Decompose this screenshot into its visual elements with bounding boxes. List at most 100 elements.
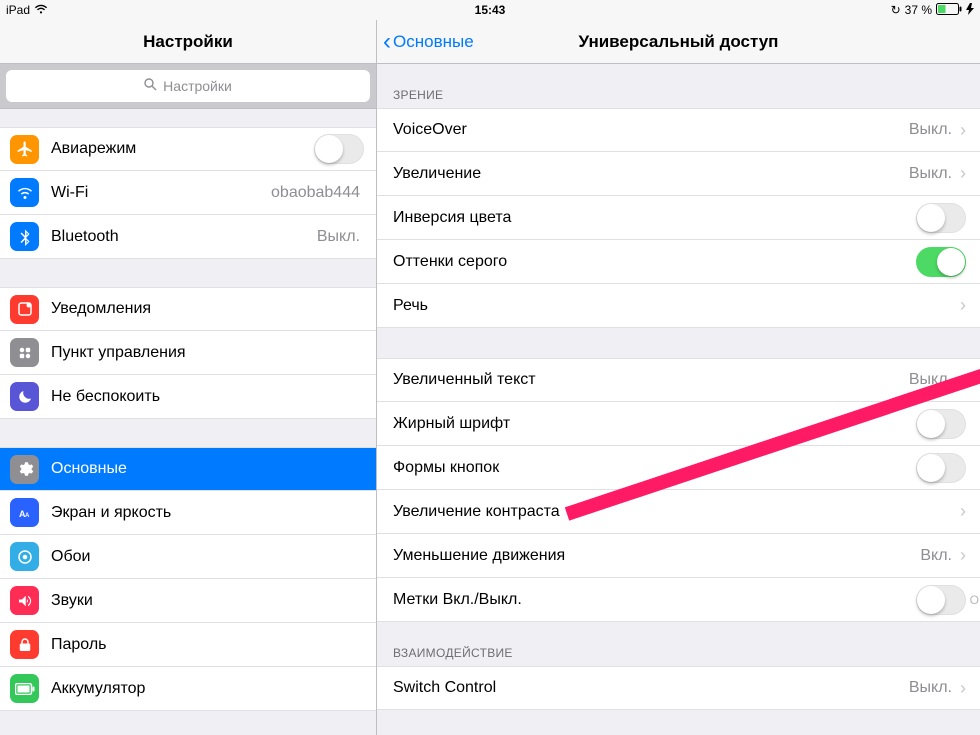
display-icon: AA bbox=[10, 498, 39, 527]
row-increase-contrast[interactable]: Увеличение контраста› bbox=[377, 490, 980, 534]
control-center-icon bbox=[10, 338, 39, 367]
notifications-icon bbox=[10, 295, 39, 324]
grayscale-toggle[interactable] bbox=[916, 247, 966, 277]
battery-percent: 37 % bbox=[905, 3, 932, 17]
back-label: Основные bbox=[393, 32, 474, 52]
sidebar-item-wallpaper[interactable]: Обои bbox=[0, 535, 376, 579]
row-label: Увеличение bbox=[393, 165, 909, 183]
row-label: Увеличение контраста bbox=[393, 503, 960, 521]
sidebar-item-label: Не беспокоить bbox=[51, 388, 364, 406]
moon-icon bbox=[10, 382, 39, 411]
row-speech[interactable]: Речь› bbox=[377, 284, 980, 328]
sidebar-item-value: Выкл. bbox=[317, 228, 360, 246]
row-reduce-motion[interactable]: Уменьшение движенияВкл. › bbox=[377, 534, 980, 578]
row-value: Вкл. bbox=[920, 547, 952, 565]
clock: 15:43 bbox=[475, 3, 506, 17]
airplane-icon bbox=[10, 135, 39, 164]
sidebar-item-notifications[interactable]: Уведомления bbox=[0, 287, 376, 331]
invert-colors-toggle[interactable] bbox=[916, 203, 966, 233]
sidebar-item-label: Авиарежим bbox=[51, 140, 314, 158]
search-placeholder: Настройки bbox=[163, 78, 232, 94]
battery-icon bbox=[10, 674, 39, 703]
row-zoom[interactable]: УвеличениеВыкл. › bbox=[377, 152, 980, 196]
sidebar: Настройки Настройки Авиарежим Wi-Fiobaoba… bbox=[0, 20, 377, 735]
sidebar-item-label: Экран и яркость bbox=[51, 504, 364, 522]
chevron-left-icon: ‹ bbox=[383, 30, 391, 54]
section-header: ВЗАИМОДЕЙСТВИЕ bbox=[377, 622, 980, 666]
detail-title: Универсальный доступ bbox=[579, 32, 779, 52]
row-voiceover[interactable]: VoiceOverВыкл. › bbox=[377, 108, 980, 152]
row-label: Формы кнопок bbox=[393, 459, 916, 477]
passcode-icon bbox=[10, 630, 39, 659]
bluetooth-icon bbox=[10, 222, 39, 251]
chevron-right-icon: › bbox=[960, 678, 966, 699]
detail-pane: ‹ Основные Универсальный доступ ЗРЕНИЕVo… bbox=[377, 20, 980, 735]
chevron-right-icon: › bbox=[960, 370, 966, 391]
row-label: Речь bbox=[393, 297, 960, 315]
wifi-icon bbox=[10, 178, 39, 207]
chevron-right-icon: › bbox=[960, 501, 966, 522]
chevron-right-icon: › bbox=[960, 545, 966, 566]
search-icon bbox=[144, 78, 157, 94]
section-header: ЗРЕНИЕ bbox=[377, 64, 980, 108]
airplane-toggle[interactable] bbox=[314, 134, 364, 164]
row-label: Увеличенный текст bbox=[393, 371, 909, 389]
row-button-shapes[interactable]: Формы кнопок bbox=[377, 446, 980, 490]
sounds-icon bbox=[10, 586, 39, 615]
status-bar: iPad 15:43 ↻ 37 % bbox=[0, 0, 980, 20]
chevron-right-icon: › bbox=[960, 163, 966, 184]
row-invert-colors[interactable]: Инверсия цвета bbox=[377, 196, 980, 240]
wifi-status-icon bbox=[34, 3, 48, 17]
row-label: VoiceOver bbox=[393, 121, 909, 139]
wallpaper-icon bbox=[10, 542, 39, 571]
row-label: Switch Control bbox=[393, 679, 909, 697]
charging-icon bbox=[966, 3, 974, 18]
back-button[interactable]: ‹ Основные bbox=[383, 20, 474, 64]
sidebar-item-display[interactable]: AA Экран и яркость bbox=[0, 491, 376, 535]
sidebar-item-airplane[interactable]: Авиарежим bbox=[0, 127, 376, 171]
row-value: Выкл. bbox=[909, 165, 952, 183]
row-on-off-labels[interactable]: Метки Вкл./Выкл. bbox=[377, 578, 980, 622]
row-value: Выкл. bbox=[909, 121, 952, 139]
sidebar-item-wifi[interactable]: Wi-Fiobaobab444 bbox=[0, 171, 376, 215]
sidebar-item-label: Bluetooth bbox=[51, 228, 317, 246]
svg-text:A: A bbox=[25, 512, 30, 518]
row-larger-text[interactable]: Увеличенный текстВыкл. › bbox=[377, 358, 980, 402]
sidebar-item-label: Звуки bbox=[51, 592, 364, 610]
row-value: Выкл. bbox=[909, 371, 952, 389]
sidebar-item-battery[interactable]: Аккумулятор bbox=[0, 667, 376, 711]
sidebar-item-bluetooth[interactable]: BluetoothВыкл. bbox=[0, 215, 376, 259]
row-label: Оттенки серого bbox=[393, 253, 916, 271]
sidebar-item-passcode[interactable]: Пароль bbox=[0, 623, 376, 667]
device-label: iPad bbox=[6, 3, 30, 17]
sidebar-item-label: Обои bbox=[51, 548, 364, 566]
sidebar-header: Настройки bbox=[0, 20, 376, 64]
sidebar-item-label: Основные bbox=[51, 460, 364, 478]
sidebar-title: Настройки bbox=[143, 32, 233, 52]
row-label: Инверсия цвета bbox=[393, 209, 916, 227]
bold-text-toggle[interactable] bbox=[916, 409, 966, 439]
sidebar-item-dnd[interactable]: Не беспокоить bbox=[0, 375, 376, 419]
on-off-labels-toggle[interactable] bbox=[916, 585, 966, 615]
sync-icon: ↻ bbox=[891, 3, 901, 17]
sidebar-item-label: Пункт управления bbox=[51, 344, 364, 362]
chevron-right-icon: › bbox=[960, 295, 966, 316]
row-label: Жирный шрифт bbox=[393, 415, 916, 433]
sidebar-item-general[interactable]: Основные bbox=[0, 447, 376, 491]
chevron-right-icon: › bbox=[960, 120, 966, 141]
row-bold-text[interactable]: Жирный шрифт bbox=[377, 402, 980, 446]
row-label: Метки Вкл./Выкл. bbox=[393, 591, 916, 609]
sidebar-item-label: Аккумулятор bbox=[51, 680, 364, 698]
row-grayscale[interactable]: Оттенки серого bbox=[377, 240, 980, 284]
sidebar-item-label: Пароль bbox=[51, 636, 364, 654]
search-wrap: Настройки bbox=[0, 64, 376, 109]
row-switch-control[interactable]: Switch ControlВыкл.› bbox=[377, 666, 980, 710]
sidebar-item-label: Wi-Fi bbox=[51, 184, 271, 202]
search-input[interactable]: Настройки bbox=[6, 70, 370, 102]
gear-icon bbox=[10, 455, 39, 484]
button-shapes-toggle[interactable] bbox=[916, 453, 966, 483]
sidebar-item-sounds[interactable]: Звуки bbox=[0, 579, 376, 623]
sidebar-item-label: Уведомления bbox=[51, 300, 364, 318]
row-label: Уменьшение движения bbox=[393, 547, 920, 565]
sidebar-item-control-center[interactable]: Пункт управления bbox=[0, 331, 376, 375]
